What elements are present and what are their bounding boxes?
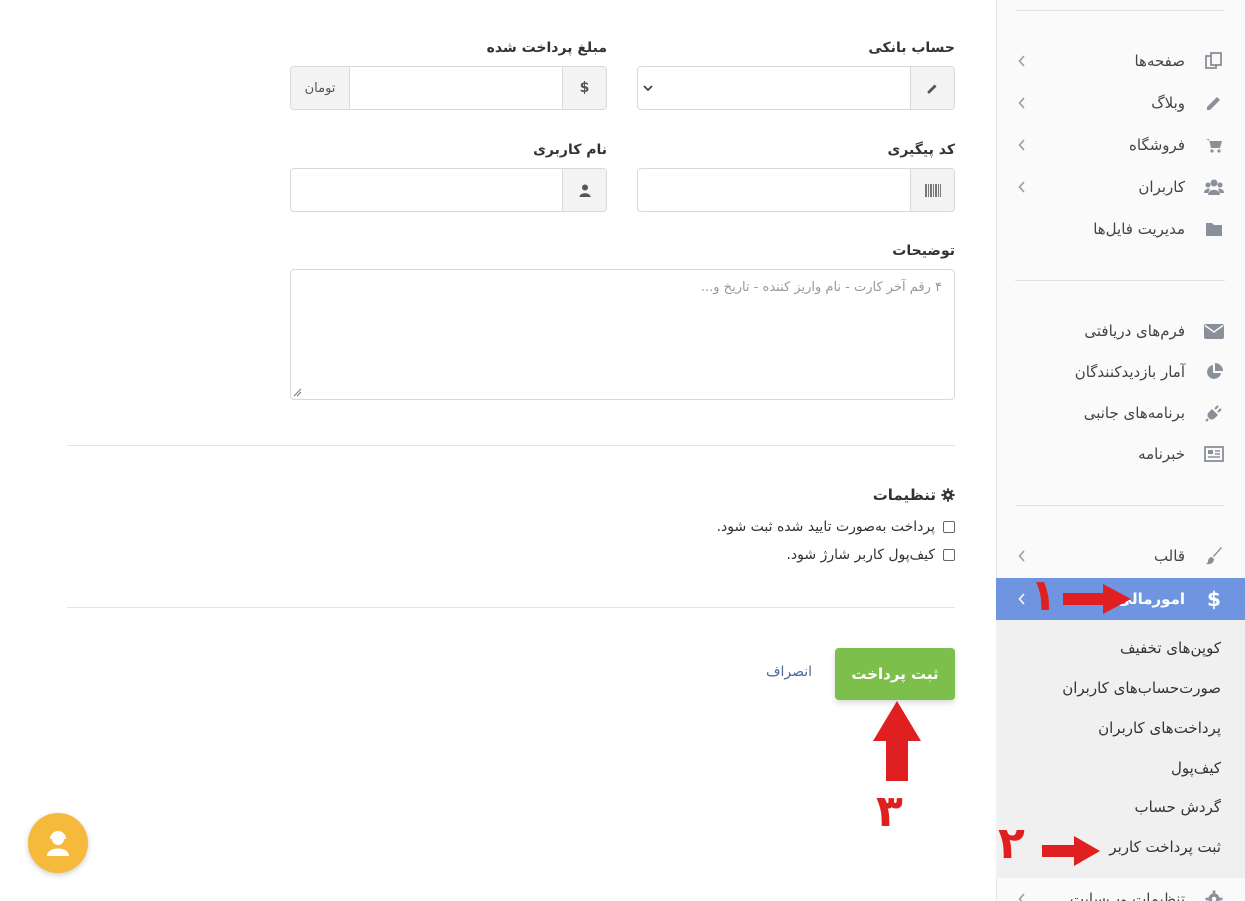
newspaper-icon — [1203, 443, 1225, 465]
users-icon — [1203, 176, 1225, 198]
annotation-arrow-right-icon — [1063, 584, 1131, 614]
user-icon — [562, 169, 606, 211]
chevron-left-icon — [1016, 53, 1028, 69]
sidebar-item-label: مدیریت فایل‌ها — [1093, 220, 1185, 238]
amount-input[interactable]: $ تومان — [290, 66, 607, 110]
submenu-item-register-user-payment[interactable]: ثبت پرداخت کاربر — [1109, 838, 1221, 856]
sidebar-item-visitor-stats[interactable]: آمار بازدیدکنندگان — [996, 351, 1245, 393]
chevron-left-icon — [1016, 591, 1028, 607]
description-label: توضیحات — [892, 243, 955, 259]
amount-label: مبلغ پرداخت شده — [486, 40, 607, 56]
bank-account-label: حساب بانکی — [868, 40, 955, 56]
annotation-step-1: ۱ — [1030, 570, 1057, 621]
chevron-left-icon — [1016, 891, 1028, 901]
chevron-left-icon — [1016, 95, 1028, 111]
sidebar-item-label: آمار بازدیدکنندگان — [1074, 363, 1185, 381]
annotation-step-2: ۲ — [998, 818, 1025, 869]
description-textarea[interactable]: ۴ رقم آخر کارت - نام واریز کننده - تاریخ… — [290, 269, 955, 400]
pencil-icon — [1203, 92, 1225, 114]
submenu-item-user-invoices[interactable]: صورت‌حساب‌های کاربران — [1062, 679, 1221, 697]
sidebar-item-file-manager[interactable]: مدیریت فایل‌ها — [996, 208, 1245, 250]
sidebar-divider — [1015, 10, 1225, 11]
gear-icon — [1203, 888, 1225, 901]
chevron-left-icon — [1016, 179, 1028, 195]
annotation-arrow-right-icon — [1042, 836, 1100, 866]
sidebar-item-label: صفحه‌ها — [1134, 52, 1185, 70]
tracking-code-input[interactable] — [637, 168, 955, 212]
sidebar-item-shop[interactable]: فروشگاه — [996, 124, 1245, 166]
gear-icon — [941, 488, 955, 502]
plug-icon — [1203, 402, 1225, 424]
annotation-arrow-up-icon — [873, 701, 921, 781]
option-confirmed-label: پرداخت به‌صورت تایید شده ثبت شود. — [716, 519, 935, 535]
submenu-item-wallet[interactable]: کیف‌پول — [1171, 759, 1221, 777]
currency-unit: تومان — [291, 67, 350, 109]
barcode-icon — [910, 169, 954, 211]
submenu-item-coupons[interactable]: کوپن‌های تخفیف — [1120, 639, 1221, 657]
submit-payment-button[interactable]: ثبت پرداخت — [835, 648, 955, 700]
username-label: نام کاربری — [533, 142, 607, 158]
sidebar-item-newsletter[interactable]: خبرنامه — [996, 433, 1245, 475]
cart-icon — [1203, 134, 1225, 156]
option-wallet-label: کیف‌پول کاربر شارژ شود. — [786, 547, 935, 563]
sidebar-item-users[interactable]: کاربران — [996, 166, 1245, 208]
settings-title: تنظیمات — [872, 486, 936, 504]
pencil-icon — [910, 67, 954, 109]
divider — [67, 445, 955, 446]
sidebar-item-label: قالب — [1153, 547, 1185, 565]
submenu-item-user-payments[interactable]: پرداخت‌های کاربران — [1098, 719, 1221, 737]
support-agent-icon — [47, 831, 69, 856]
sidebar-item-plugins[interactable]: برنامه‌های جانبی — [996, 392, 1245, 434]
option-confirmed-checkbox[interactable] — [943, 521, 955, 533]
chevron-left-icon — [1016, 548, 1028, 564]
username-input[interactable] — [290, 168, 607, 212]
pages-icon — [1203, 50, 1225, 72]
resize-handle-icon[interactable] — [293, 388, 302, 397]
option-wallet-row: کیف‌پول کاربر شارژ شود. — [786, 545, 955, 565]
chevron-left-icon — [1016, 137, 1028, 153]
sidebar-item-site-settings[interactable]: تنظیمات وب‌سایت — [996, 878, 1245, 901]
annotation-step-3: ۳ — [876, 786, 903, 837]
finance-submenu: کوپن‌های تخفیف صورت‌حساب‌های کاربران پرد… — [996, 620, 1245, 878]
sidebar-item-label: برنامه‌های جانبی — [1083, 404, 1185, 422]
sidebar-divider — [1015, 280, 1225, 281]
settings-heading: تنظیمات — [873, 486, 955, 504]
cancel-link[interactable]: انصراف — [766, 664, 812, 680]
sidebar-item-label: وبلاگ — [1151, 94, 1185, 112]
sidebar-item-blog[interactable]: وبلاگ — [996, 82, 1245, 124]
sidebar-item-label: کاربران — [1138, 178, 1185, 196]
sidebar-item-pages[interactable]: صفحه‌ها — [996, 40, 1245, 82]
dollar-icon: $ — [562, 67, 606, 109]
option-confirmed-row: پرداخت به‌صورت تایید شده ثبت شود. — [717, 517, 955, 537]
bank-account-select[interactable] — [637, 66, 955, 110]
chevron-down-icon — [642, 80, 654, 100]
sidebar-item-received-forms[interactable]: فرم‌های دریافتی — [996, 310, 1245, 352]
tracking-code-label: کد پیگیری — [887, 142, 955, 158]
folder-icon — [1203, 218, 1225, 240]
submenu-item-account-turnover[interactable]: گردش حساب — [1134, 798, 1221, 816]
sidebar-item-label: تنظیمات وب‌سایت — [1069, 890, 1185, 901]
option-wallet-checkbox[interactable] — [943, 549, 955, 561]
sidebar-item-label: خبرنامه — [1138, 445, 1185, 463]
description-placeholder: ۴ رقم آخر کارت - نام واریز کننده - تاریخ… — [700, 280, 942, 295]
pie-chart-icon — [1203, 361, 1225, 383]
divider — [67, 607, 955, 608]
sidebar-item-label: فرم‌های دریافتی — [1084, 322, 1185, 340]
envelope-icon — [1203, 320, 1225, 342]
dollar-icon: $ — [1207, 587, 1221, 611]
sidebar-item-label: فروشگاه — [1129, 136, 1185, 154]
brush-icon — [1203, 545, 1225, 567]
sidebar-divider — [1015, 505, 1225, 506]
support-chat-button[interactable] — [28, 813, 88, 873]
sidebar: صفحه‌ها وبلاگ فروشگاه کاربران مدیریت فای… — [996, 0, 1245, 901]
